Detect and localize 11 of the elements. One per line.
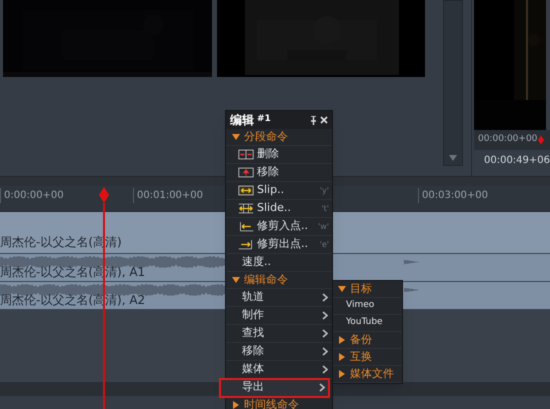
ruler-label: 00:01:00+00 — [133, 188, 204, 203]
shortcut-hint: 'e' — [320, 238, 329, 250]
shortcut-hint: 'w' — [318, 220, 329, 232]
ruler-label: 0:00:00+00 — [0, 188, 64, 203]
current-timecode: 00:00:00+00 — [478, 133, 538, 146]
menu-title: 编辑 — [230, 112, 254, 129]
ruler-label: 00:03:00+00 — [418, 188, 488, 203]
shortcut-hint: 'y' — [320, 184, 329, 196]
duration-timecode: 00:00:49+06 — [482, 154, 550, 168]
menu-number-label: #1 — [257, 113, 271, 126]
shortcut-hint: 't' — [321, 202, 329, 214]
